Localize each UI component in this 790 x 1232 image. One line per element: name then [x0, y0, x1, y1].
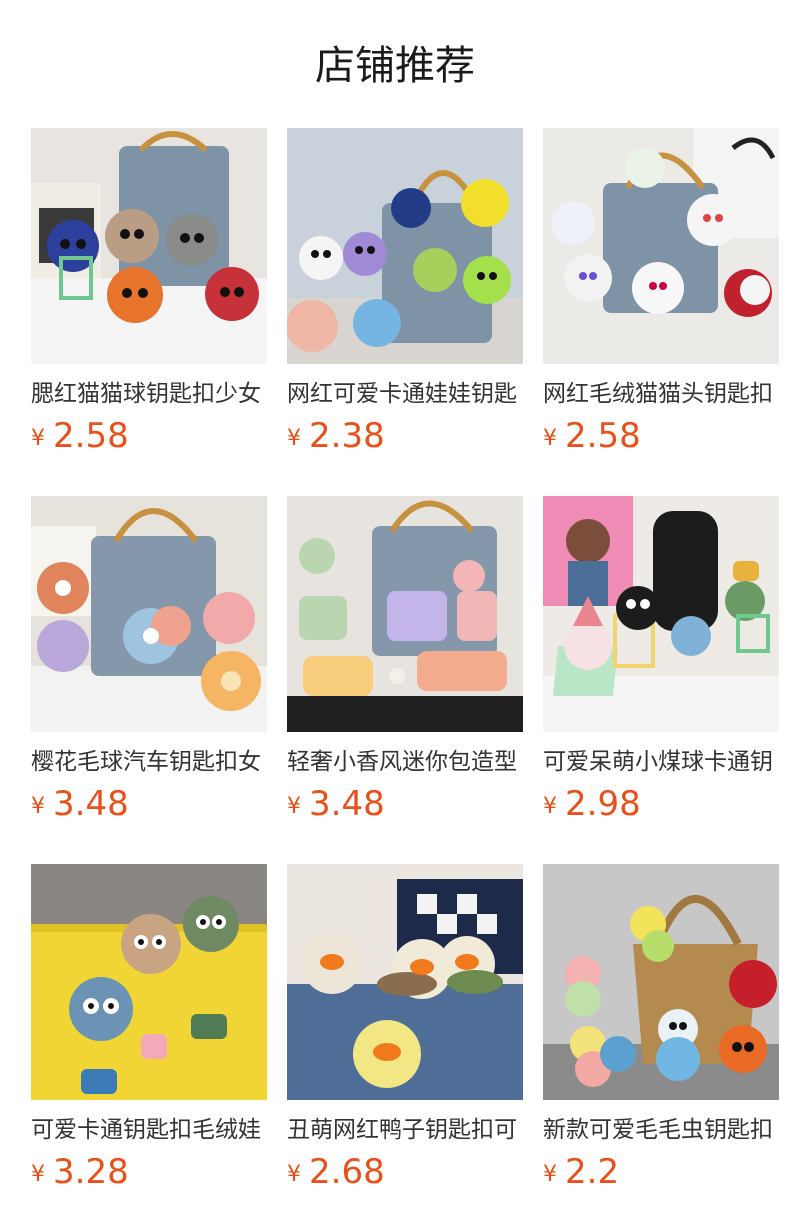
product-price: ¥3.48 — [287, 784, 523, 824]
price-amount: 2.58 — [565, 416, 641, 456]
product-card[interactable]: 轻奢小香风迷你包造型 ¥3.48 — [287, 496, 523, 824]
product-price: ¥2.58 — [31, 416, 267, 456]
product-card[interactable]: 网红毛绒猫猫头钥匙扣 ¥2.58 — [543, 128, 779, 456]
currency-symbol: ¥ — [31, 1162, 45, 1187]
product-price: ¥2.68 — [287, 1152, 523, 1192]
product-price: ¥2.98 — [543, 784, 779, 824]
product-name[interactable]: 腮红猫猫球钥匙扣少女 — [31, 378, 267, 410]
product-image[interactable] — [543, 496, 779, 732]
product-name[interactable]: 网红可爱卡通娃娃钥匙 — [287, 378, 523, 410]
currency-symbol: ¥ — [543, 1162, 557, 1187]
product-name[interactable]: 网红毛绒猫猫头钥匙扣 — [543, 378, 779, 410]
currency-symbol: ¥ — [287, 426, 301, 451]
product-image[interactable] — [543, 864, 779, 1100]
product-name[interactable]: 可爱呆萌小煤球卡通钥 — [543, 746, 779, 778]
price-amount: 2.2 — [565, 1152, 620, 1192]
product-price: ¥2.2 — [543, 1152, 779, 1192]
product-name[interactable]: 可爱卡通钥匙扣毛绒娃 — [31, 1114, 267, 1146]
price-amount: 2.98 — [565, 784, 641, 824]
price-amount: 2.38 — [309, 416, 385, 456]
product-image[interactable] — [287, 128, 523, 364]
product-card[interactable]: 樱花毛球汽车钥匙扣女 ¥3.48 — [31, 496, 267, 824]
product-card[interactable]: 新款可爱毛毛虫钥匙扣 ¥2.2 — [543, 864, 779, 1192]
product-image[interactable] — [287, 496, 523, 732]
product-card[interactable]: 可爱呆萌小煤球卡通钥 ¥2.98 — [543, 496, 779, 824]
currency-symbol: ¥ — [543, 794, 557, 819]
product-card[interactable]: 腮红猫猫球钥匙扣少女 ¥2.58 — [31, 128, 267, 456]
product-name[interactable]: 轻奢小香风迷你包造型 — [287, 746, 523, 778]
page-title: 店铺推荐 — [315, 43, 475, 89]
currency-symbol: ¥ — [31, 794, 45, 819]
price-amount: 3.48 — [53, 784, 129, 824]
product-card[interactable]: 可爱卡通钥匙扣毛绒娃 ¥3.28 — [31, 864, 267, 1192]
product-price: ¥2.38 — [287, 416, 523, 456]
product-price: ¥2.58 — [543, 416, 779, 456]
product-price: ¥3.48 — [31, 784, 267, 824]
product-name[interactable]: 丑萌网红鸭子钥匙扣可 — [287, 1114, 523, 1146]
product-image[interactable] — [543, 128, 779, 364]
currency-symbol: ¥ — [31, 426, 45, 451]
price-amount: 2.58 — [53, 416, 129, 456]
price-amount: 2.68 — [309, 1152, 385, 1192]
currency-symbol: ¥ — [287, 1162, 301, 1187]
product-card[interactable]: 丑萌网红鸭子钥匙扣可 ¥2.68 — [287, 864, 523, 1192]
price-amount: 3.28 — [53, 1152, 129, 1192]
product-image[interactable] — [31, 864, 267, 1100]
product-image[interactable] — [31, 128, 267, 364]
currency-symbol: ¥ — [287, 794, 301, 819]
product-image[interactable] — [287, 864, 523, 1100]
product-name[interactable]: 樱花毛球汽车钥匙扣女 — [31, 746, 267, 778]
product-price: ¥3.28 — [31, 1152, 267, 1192]
price-amount: 3.48 — [309, 784, 385, 824]
currency-symbol: ¥ — [543, 426, 557, 451]
product-card[interactable]: 网红可爱卡通娃娃钥匙 ¥2.38 — [287, 128, 523, 456]
product-name[interactable]: 新款可爱毛毛虫钥匙扣 — [543, 1114, 779, 1146]
product-image[interactable] — [31, 496, 267, 732]
